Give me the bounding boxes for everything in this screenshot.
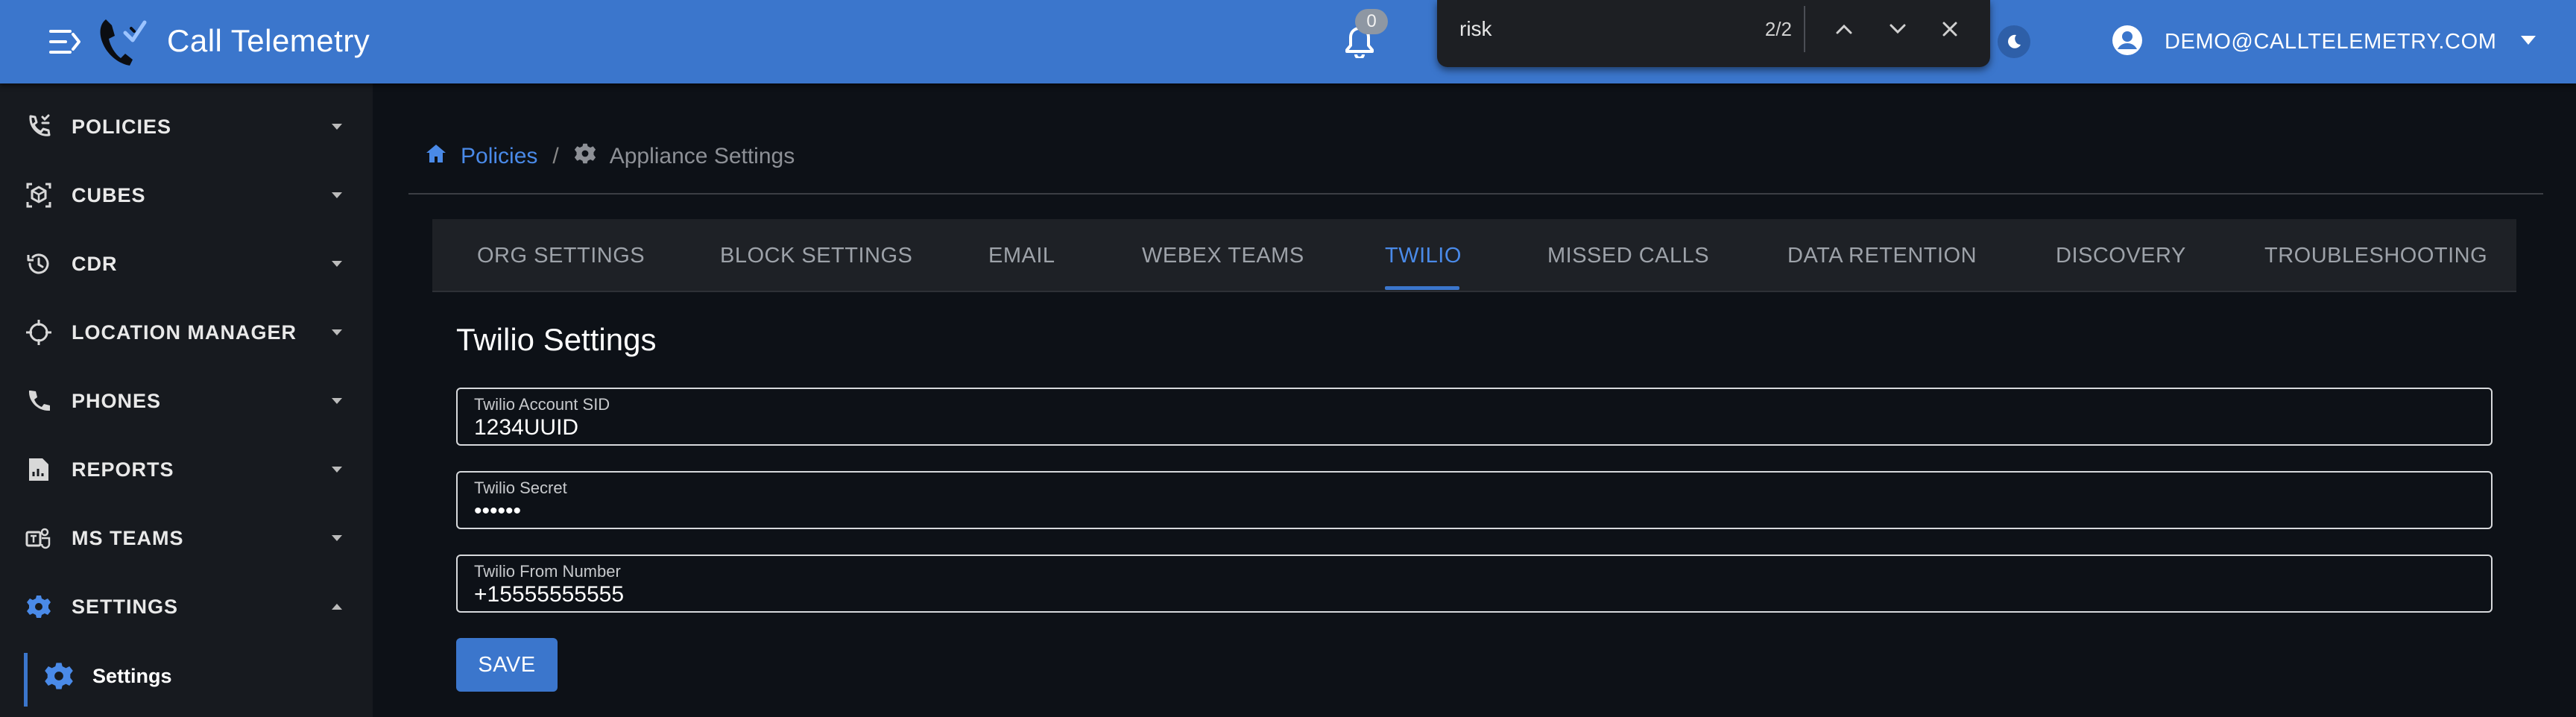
twilio-from-number-field[interactable]: Twilio From Number bbox=[456, 555, 2493, 613]
tab-webex-teams[interactable]: WEBEX TEAMS bbox=[1142, 219, 1304, 292]
sidebar-item-label: SETTINGS bbox=[72, 595, 179, 618]
caret-down-icon bbox=[328, 186, 346, 204]
find-in-page-bar: 2/2 bbox=[1437, 0, 1990, 67]
sidebar-item-ms-teams[interactable]: MS TEAMS bbox=[0, 504, 373, 572]
menu-collapse-icon[interactable] bbox=[48, 25, 83, 58]
twilio-secret-input[interactable] bbox=[474, 498, 2472, 525]
home-icon[interactable] bbox=[425, 143, 447, 170]
caret-down-icon bbox=[328, 118, 346, 136]
history-icon bbox=[24, 249, 54, 279]
phone-icon bbox=[24, 386, 54, 416]
sidebar-item-phones[interactable]: PHONES bbox=[0, 367, 373, 435]
sidebar-item-label: PHONES bbox=[72, 389, 162, 412]
notification-count-badge: 0 bbox=[1355, 9, 1388, 34]
teams-icon bbox=[24, 523, 54, 553]
sidebar-item-label: MS TEAMS bbox=[72, 526, 184, 549]
sidebar-item-policies[interactable]: POLICIES bbox=[0, 92, 373, 161]
gear-icon bbox=[574, 142, 596, 171]
breadcrumb-current: Appliance Settings bbox=[609, 144, 795, 168]
sidebar-item-reports[interactable]: REPORTS bbox=[0, 435, 373, 504]
section-title: Twilio Settings bbox=[456, 322, 657, 357]
field-label: Twilio Account SID bbox=[474, 395, 610, 414]
breadcrumb-link-policies[interactable]: Policies bbox=[461, 144, 537, 169]
tab-block-settings[interactable]: BLOCK SETTINGS bbox=[720, 219, 912, 292]
tab-data-retention[interactable]: DATA RETENTION bbox=[1787, 219, 1977, 292]
find-divider bbox=[1804, 6, 1805, 52]
phone-policy-icon bbox=[24, 112, 54, 142]
sidebar-subitem-label: Settings bbox=[92, 665, 172, 687]
twilio-account-sid-input[interactable] bbox=[474, 414, 2472, 441]
tab-troubleshooting[interactable]: TROUBLESHOOTING bbox=[2264, 219, 2487, 292]
sidebar-item-label: LOCATION MANAGER bbox=[72, 320, 297, 344]
app-title[interactable]: Call Telemetry bbox=[167, 23, 370, 59]
top-app-bar: Call Telemetry 0 DEMO@CALLTELEMETRY.COM bbox=[0, 0, 2576, 83]
active-tab-indicator bbox=[1385, 286, 1459, 290]
breadcrumb-separator: / bbox=[552, 144, 559, 168]
sidebar-item-settings[interactable]: SETTINGS bbox=[0, 572, 373, 641]
account-circle-icon bbox=[2111, 24, 2144, 60]
tab-discovery[interactable]: DISCOVERY bbox=[2056, 219, 2186, 292]
report-icon bbox=[24, 455, 54, 484]
close-icon[interactable] bbox=[1933, 13, 1966, 45]
caret-up-icon bbox=[328, 598, 346, 616]
find-match-count: 2/2 bbox=[1764, 18, 1792, 40]
gear-icon bbox=[43, 660, 75, 692]
tab-email[interactable]: EMAIL bbox=[988, 219, 1055, 292]
sidebar-item-label: CDR bbox=[72, 252, 118, 275]
account-menu[interactable]: DEMO@CALLTELEMETRY.COM bbox=[2111, 22, 2536, 61]
header-divider bbox=[408, 193, 2543, 195]
sidebar-item-location-manager[interactable]: LOCATION MANAGER bbox=[0, 298, 373, 367]
moon-icon[interactable] bbox=[1998, 25, 2030, 58]
phone-logo-icon[interactable] bbox=[95, 15, 148, 69]
caret-down-icon bbox=[328, 461, 346, 478]
caret-down-icon bbox=[328, 529, 346, 547]
account-email: DEMO@CALLTELEMETRY.COM bbox=[2165, 29, 2497, 54]
caret-down-icon bbox=[328, 323, 346, 341]
crosshair-icon bbox=[24, 318, 54, 347]
sidebar-nav: POLICIES CUBES CDR LOCATION MANAGER PHON… bbox=[0, 83, 373, 717]
sidebar-item-cdr[interactable]: CDR bbox=[0, 230, 373, 298]
gear-icon bbox=[24, 592, 54, 622]
sidebar-item-label: POLICIES bbox=[72, 115, 172, 138]
breadcrumb: Policies / Appliance Settings bbox=[425, 140, 795, 173]
sidebar-item-label: REPORTS bbox=[72, 458, 174, 481]
tab-missed-calls[interactable]: MISSED CALLS bbox=[1547, 219, 1709, 292]
cube-icon bbox=[24, 180, 54, 210]
sidebar-item-cubes[interactable]: CUBES bbox=[0, 161, 373, 230]
settings-tabs: ORG SETTINGS BLOCK SETTINGS EMAIL WEBEX … bbox=[432, 219, 2516, 292]
active-indicator bbox=[24, 653, 28, 707]
save-button[interactable]: SAVE bbox=[456, 638, 558, 692]
caret-down-icon bbox=[328, 392, 346, 410]
tab-org-settings[interactable]: ORG SETTINGS bbox=[477, 219, 645, 292]
chevron-down-icon[interactable] bbox=[1881, 13, 1914, 45]
tab-twilio[interactable]: TWILIO bbox=[1385, 219, 1462, 292]
twilio-from-number-input[interactable] bbox=[474, 581, 2472, 608]
find-input[interactable] bbox=[1459, 13, 1705, 45]
caret-down-icon bbox=[2520, 35, 2536, 48]
sidebar-item-label: CUBES bbox=[72, 183, 146, 206]
sidebar-subitem-settings[interactable]: Settings bbox=[0, 641, 373, 710]
caret-down-icon bbox=[328, 255, 346, 273]
field-label: Twilio Secret bbox=[474, 478, 567, 497]
chevron-up-icon[interactable] bbox=[1828, 13, 1860, 45]
field-label: Twilio From Number bbox=[474, 562, 621, 581]
twilio-account-sid-field[interactable]: Twilio Account SID bbox=[456, 388, 2493, 446]
twilio-secret-field[interactable]: Twilio Secret bbox=[456, 471, 2493, 529]
